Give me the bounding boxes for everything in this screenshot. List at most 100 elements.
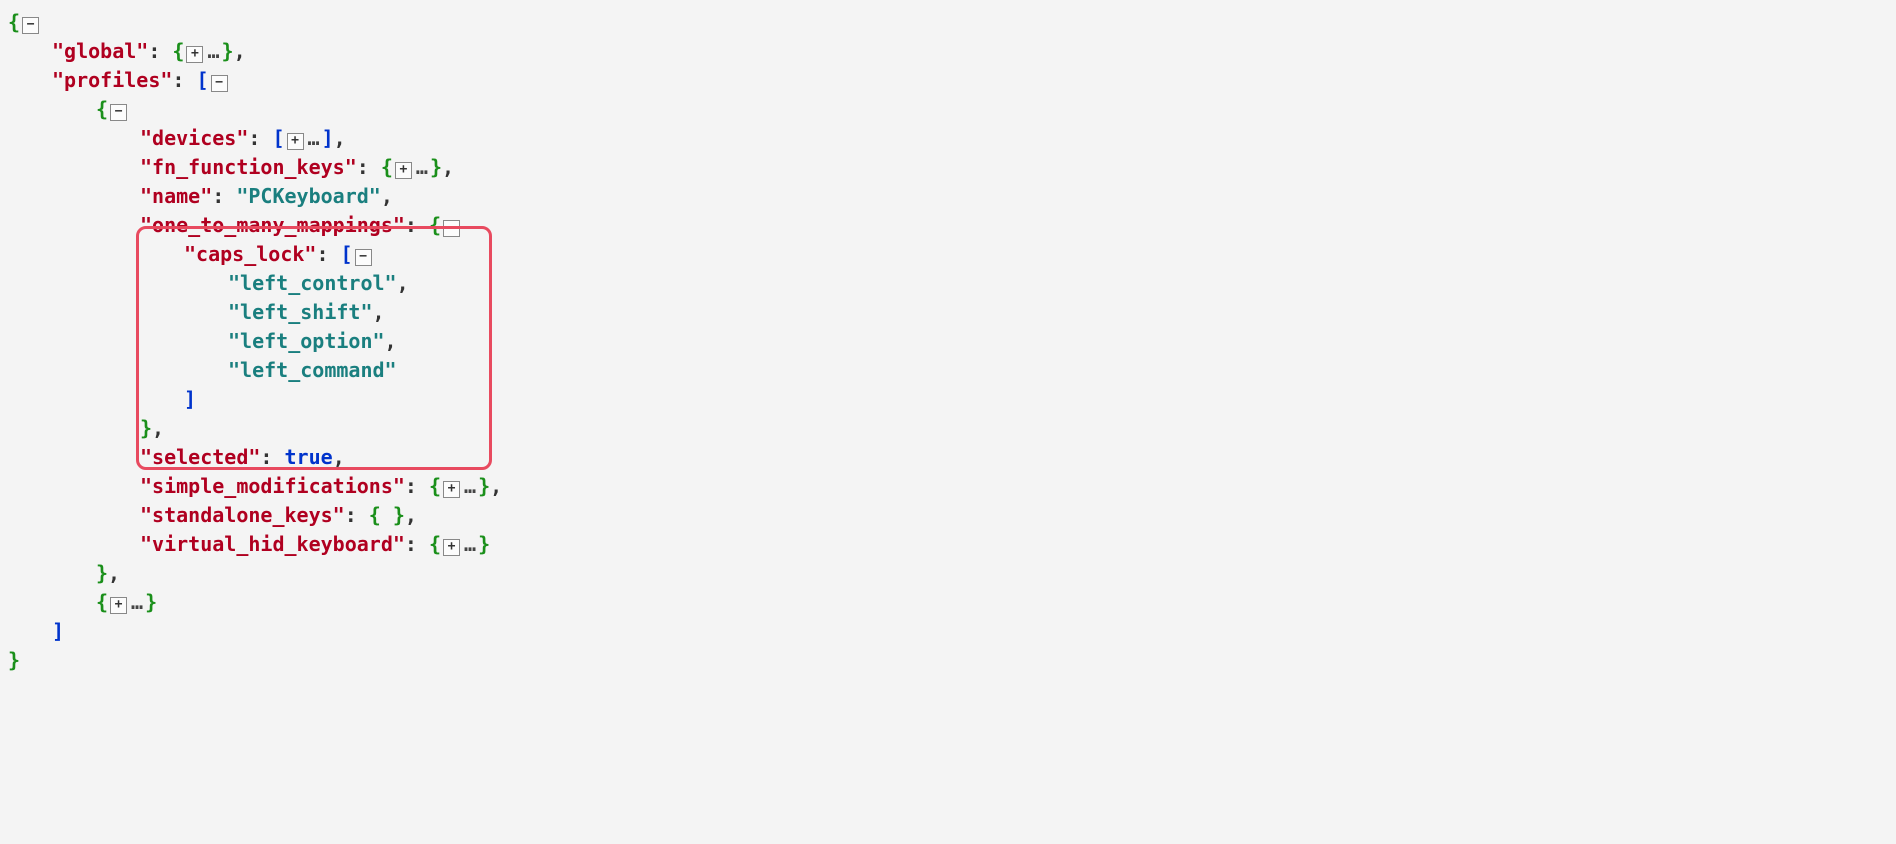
collapse-icon[interactable]: − [110, 104, 127, 121]
open-brace: { [429, 213, 441, 237]
close-brace: } [8, 648, 20, 672]
open-bracket: [ [272, 126, 284, 150]
tree-row: {− [8, 95, 1888, 124]
close-brace: } [140, 416, 152, 440]
close-brace: } [145, 590, 157, 614]
tree-row: "virtual_hid_keyboard": {+…} [8, 530, 1888, 559]
ellipsis-icon: … [462, 474, 478, 498]
json-key-global: "global" [52, 39, 148, 63]
comma: , [490, 474, 502, 498]
json-key-name: "name" [140, 184, 212, 208]
colon: : [357, 155, 369, 179]
tree-row: "devices": [+…], [8, 124, 1888, 153]
collapse-icon[interactable]: − [211, 75, 228, 92]
json-value-name: "PCKeyboard" [236, 184, 381, 208]
json-key-profiles: "profiles" [52, 68, 172, 92]
tree-row: "selected": true, [8, 443, 1888, 472]
comma: , [397, 271, 409, 295]
expand-icon[interactable]: + [287, 133, 304, 150]
tree-row: "standalone_keys": { }, [8, 501, 1888, 530]
close-bracket: ] [52, 619, 64, 643]
json-key-one-to-many-mappings: "one_to_many_mappings" [140, 213, 405, 237]
tree-row: ] [8, 617, 1888, 646]
tree-row: "fn_function_keys": {+…}, [8, 153, 1888, 182]
collapse-icon[interactable]: − [22, 17, 39, 34]
expand-icon[interactable]: + [395, 162, 412, 179]
tree-row: "one_to_many_mappings": {− [8, 211, 1888, 240]
tree-row: } [8, 646, 1888, 675]
json-key-virtual-hid-keyboard: "virtual_hid_keyboard" [140, 532, 405, 556]
colon: : [212, 184, 224, 208]
collapse-icon[interactable]: − [443, 220, 460, 237]
comma: , [152, 416, 164, 440]
close-bracket: ] [184, 387, 196, 411]
ellipsis-icon: … [129, 590, 145, 614]
tree-row: "left_option", [8, 327, 1888, 356]
open-brace: { [381, 155, 393, 179]
colon: : [405, 532, 417, 556]
tree-row: "caps_lock": [− [8, 240, 1888, 269]
colon: : [248, 126, 260, 150]
close-brace: } [478, 532, 490, 556]
tree-row: "name": "PCKeyboard", [8, 182, 1888, 211]
json-array-item: "left_option" [228, 329, 385, 353]
comma: , [234, 39, 246, 63]
collapse-icon[interactable]: − [355, 249, 372, 266]
comma: , [333, 445, 345, 469]
comma: , [385, 329, 397, 353]
close-brace: } [430, 155, 442, 179]
close-brace: } [96, 561, 108, 585]
ellipsis-icon: … [462, 532, 478, 556]
expand-icon[interactable]: + [443, 539, 460, 556]
colon: : [260, 445, 272, 469]
open-brace: { [429, 532, 441, 556]
comma: , [334, 126, 346, 150]
expand-icon[interactable]: + [186, 46, 203, 63]
open-brace: { [96, 590, 108, 614]
tree-row: "profiles": [− [8, 66, 1888, 95]
ellipsis-icon: … [306, 126, 322, 150]
comma: , [373, 300, 385, 324]
open-brace: { [429, 474, 441, 498]
json-value-selected: true [285, 445, 333, 469]
colon: : [405, 474, 417, 498]
expand-icon[interactable]: + [110, 597, 127, 614]
brace-pair: { } [369, 503, 405, 527]
comma: , [108, 561, 120, 585]
open-brace: { [172, 39, 184, 63]
json-array-item: "left_control" [228, 271, 397, 295]
colon: : [345, 503, 357, 527]
tree-row: "simple_modifications": {+…}, [8, 472, 1888, 501]
tree-row: "global": {+…}, [8, 37, 1888, 66]
tree-row: "left_shift", [8, 298, 1888, 327]
comma: , [405, 503, 417, 527]
close-brace: } [222, 39, 234, 63]
json-key-selected: "selected" [140, 445, 260, 469]
colon: : [316, 242, 328, 266]
tree-row: {− [8, 8, 1888, 37]
open-bracket: [ [197, 68, 209, 92]
tree-row: "left_command" [8, 356, 1888, 385]
open-brace: { [8, 10, 20, 34]
json-array-item: "left_shift" [228, 300, 373, 324]
close-bracket: ] [322, 126, 334, 150]
open-bracket: [ [341, 242, 353, 266]
tree-row: }, [8, 559, 1888, 588]
expand-icon[interactable]: + [443, 481, 460, 498]
comma: , [381, 184, 393, 208]
json-array-item: "left_command" [228, 358, 397, 382]
json-key-caps-lock: "caps_lock" [184, 242, 316, 266]
comma: , [442, 155, 454, 179]
json-key-standalone-keys: "standalone_keys" [140, 503, 345, 527]
json-key-devices: "devices" [140, 126, 248, 150]
colon: : [405, 213, 417, 237]
tree-row: {+…} [8, 588, 1888, 617]
close-brace: } [478, 474, 490, 498]
json-key-simple-modifications: "simple_modifications" [140, 474, 405, 498]
tree-row: }, [8, 414, 1888, 443]
json-tree-viewer: {− "global": {+…}, "profiles": [− {− "de… [8, 8, 1888, 675]
ellipsis-icon: … [414, 155, 430, 179]
tree-row: ] [8, 385, 1888, 414]
colon: : [172, 68, 184, 92]
tree-row: "left_control", [8, 269, 1888, 298]
